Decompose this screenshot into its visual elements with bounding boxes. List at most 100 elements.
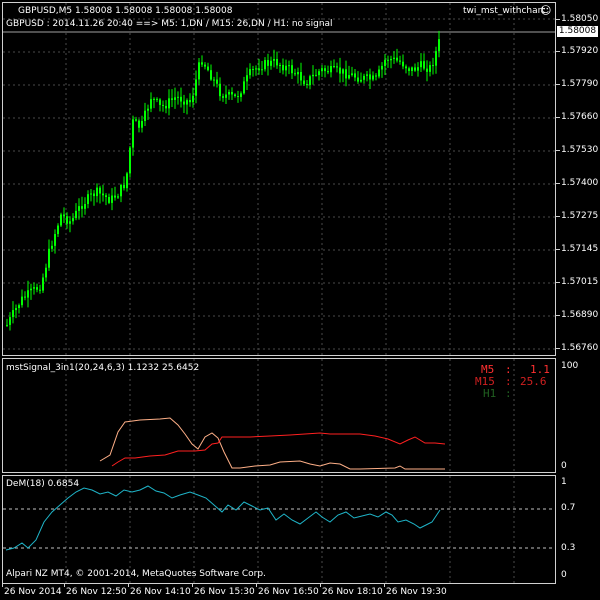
candle-body [273, 58, 275, 61]
candle-body [282, 64, 284, 71]
candle-body [183, 101, 185, 105]
candle-body [69, 221, 71, 224]
price-axis-label: 1.57275 [561, 211, 599, 221]
candle-body [294, 73, 296, 75]
candle-body [231, 91, 233, 95]
time-axis-tick [2, 584, 3, 587]
price-axis-label: 1.57790 [561, 79, 599, 89]
chart-canvas [3, 3, 555, 583]
demarker-title: DeM(18) 0.6854 [6, 479, 80, 489]
smiley-icon: ☺ [540, 4, 552, 17]
candle-body [195, 79, 197, 96]
candle-body [270, 60, 272, 66]
h1-colon: : [505, 387, 512, 400]
candle-body [105, 195, 107, 198]
candle-body [204, 64, 206, 67]
candle-body [39, 289, 41, 291]
candle-body [240, 93, 242, 97]
time-axis-label: 26 Nov 19:30 [386, 587, 447, 597]
candle-body [375, 75, 377, 77]
candle-body [192, 95, 194, 103]
candle-body [18, 305, 20, 309]
price-axis-tick [556, 51, 560, 52]
candle-body [72, 218, 74, 222]
price-axis-label: 1.57145 [561, 244, 599, 254]
candle-body [66, 216, 68, 224]
candle-body [63, 214, 65, 217]
candle-body [435, 51, 437, 66]
price-axis-tick [556, 216, 560, 217]
candle-body [57, 225, 59, 235]
candle-body [390, 58, 392, 61]
price-axis-label: 1.56760 [561, 343, 599, 353]
candle-body [366, 74, 368, 76]
candle-body [333, 66, 335, 68]
candle-body [258, 68, 260, 71]
candle-body [6, 324, 8, 326]
candle-body [393, 57, 395, 59]
h1-label: H1 [483, 387, 497, 400]
candle-body [84, 204, 86, 209]
candle-body [177, 96, 179, 98]
candle-body [30, 288, 32, 291]
candle-body [279, 64, 281, 66]
price-axis-label: 1.57015 [561, 277, 599, 287]
candle-body [213, 79, 215, 81]
candle-body [387, 59, 389, 61]
candle-body [141, 120, 143, 128]
candle-body [186, 100, 188, 105]
candle-body [75, 210, 77, 219]
candle-body [363, 75, 365, 80]
candle-body [123, 184, 125, 189]
candle-body [108, 197, 110, 203]
dem-scale-03: 0.3 [561, 543, 576, 553]
candle-body [357, 77, 359, 82]
candle-body [111, 195, 113, 203]
candle-body [48, 248, 50, 268]
candle-body [102, 193, 104, 196]
time-axis-tick [320, 584, 321, 587]
price-axis-tick [556, 84, 560, 85]
candle-body [117, 196, 119, 198]
candle-body [129, 147, 131, 174]
price-axis-tick [556, 249, 560, 250]
candle-body [21, 296, 23, 306]
candle-body [168, 98, 170, 109]
time-axis-label: 26 Nov 15:30 [194, 587, 255, 597]
price-axis-tick [556, 282, 560, 283]
candle-body [420, 61, 422, 68]
candle-body [132, 119, 134, 148]
candle-body [252, 69, 254, 71]
candle-body [432, 65, 434, 67]
signal-line-red [111, 432, 446, 467]
candle-body [45, 267, 47, 278]
candle-body [429, 65, 431, 72]
candle-body [24, 296, 26, 298]
candle-body [225, 94, 227, 98]
candle-body [321, 68, 323, 72]
price-axis-tick [556, 183, 560, 184]
candle-body [249, 69, 251, 76]
time-axis-label: 26 Nov 12:50 [66, 587, 127, 597]
candle-body [267, 60, 269, 66]
candle-body [180, 96, 182, 102]
candle-body [426, 68, 428, 72]
candle-body [378, 69, 380, 77]
candle-body [348, 75, 350, 79]
candle-body [423, 61, 425, 69]
price-axis-label: 1.56890 [561, 310, 599, 320]
candle-body [159, 99, 161, 105]
candle-body [15, 308, 17, 311]
candle-body [222, 96, 224, 98]
candle-body [354, 73, 356, 78]
candle-body [297, 72, 299, 75]
candle-body [291, 65, 293, 74]
candle-body [237, 96, 239, 98]
indicator-name-label: twi_mst_withchart [463, 6, 545, 16]
candle-body [417, 67, 419, 71]
candle-body [411, 67, 413, 71]
candle-body [405, 66, 407, 69]
candle-body [381, 65, 383, 70]
time-axis-tick [384, 584, 385, 587]
candle-body [327, 71, 329, 73]
